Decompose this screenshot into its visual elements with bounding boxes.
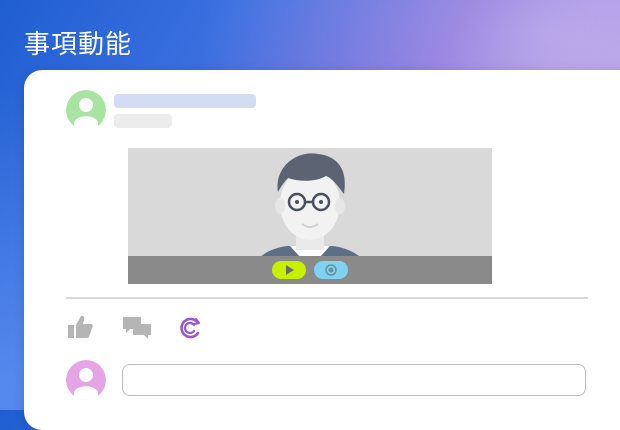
share-sync-icon [180,317,200,339]
thumbs-up-icon [68,315,93,338]
video-control-bar [128,256,492,284]
author-avatar[interactable] [66,90,106,130]
user-icon [66,360,106,400]
author-name-placeholder [114,94,256,108]
comment-bubbles-icon [123,317,151,339]
share-button[interactable] [178,316,202,344]
timestamp-placeholder [114,114,172,128]
comment-input[interactable] [122,364,586,396]
comment-button[interactable] [122,316,152,344]
user-icon [66,90,106,130]
video-player[interactable] [128,148,492,284]
play-button[interactable] [272,261,306,279]
divider [66,297,588,299]
page-title: 事項動能 [24,30,133,60]
record-button[interactable] [314,261,348,279]
commenter-avatar[interactable] [66,360,106,400]
like-button[interactable] [66,314,94,344]
play-icon [286,265,294,275]
record-icon [325,264,337,276]
